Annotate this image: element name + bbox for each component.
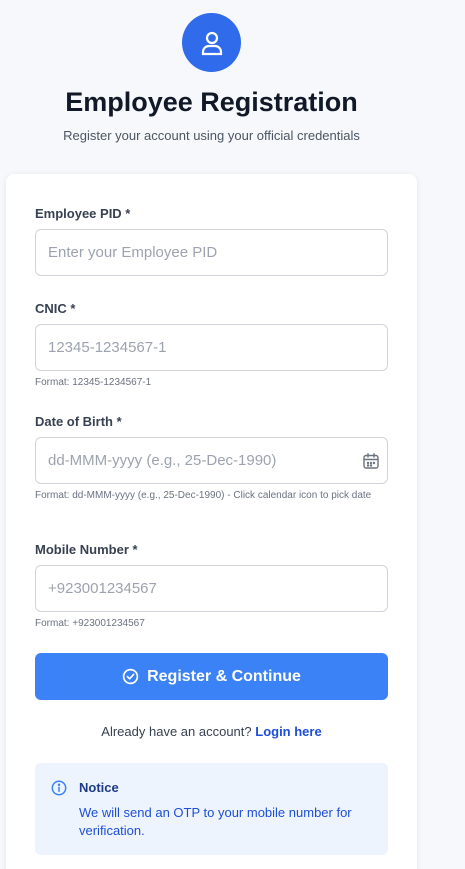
check-circle-icon <box>122 668 139 685</box>
login-link[interactable]: Login here <box>255 724 321 739</box>
calendar-icon[interactable] <box>362 452 380 470</box>
cnic-hint: Format: 12345-1234567-1 <box>35 377 152 388</box>
page-title: Employee Registration <box>65 87 358 117</box>
cnic-label: CNIC * <box>35 301 76 316</box>
cnic-input[interactable] <box>35 324 388 371</box>
notice-text: We will send an OTP to your mobile numbe… <box>79 805 352 838</box>
notice-box: Notice We will send an OTP to your mobil… <box>35 763 388 855</box>
register-button-label: Register & Continue <box>147 667 301 685</box>
mobile-input[interactable] <box>35 565 388 612</box>
mobile-hint: Format: +923001234567 <box>35 618 145 629</box>
pid-label: Employee PID * <box>35 206 131 221</box>
page-subtitle: Register your account using your officia… <box>63 128 360 143</box>
register-continue-button[interactable]: Register & Continue <box>35 653 388 700</box>
dob-input[interactable] <box>35 437 388 484</box>
notice-title: Notice <box>79 780 119 795</box>
dob-hint: Format: dd-MMM-yyyy (e.g., 25-Dec-1990) … <box>35 490 372 501</box>
avatar <box>182 13 241 72</box>
info-icon <box>51 780 67 796</box>
login-prompt-line: Already have an account? Login here <box>35 724 388 739</box>
dob-label: Date of Birth * <box>35 414 122 429</box>
pid-input[interactable] <box>35 229 388 276</box>
mobile-label: Mobile Number * <box>35 542 138 557</box>
user-icon <box>201 31 222 55</box>
login-prompt-text: Already have an account? <box>101 724 252 739</box>
